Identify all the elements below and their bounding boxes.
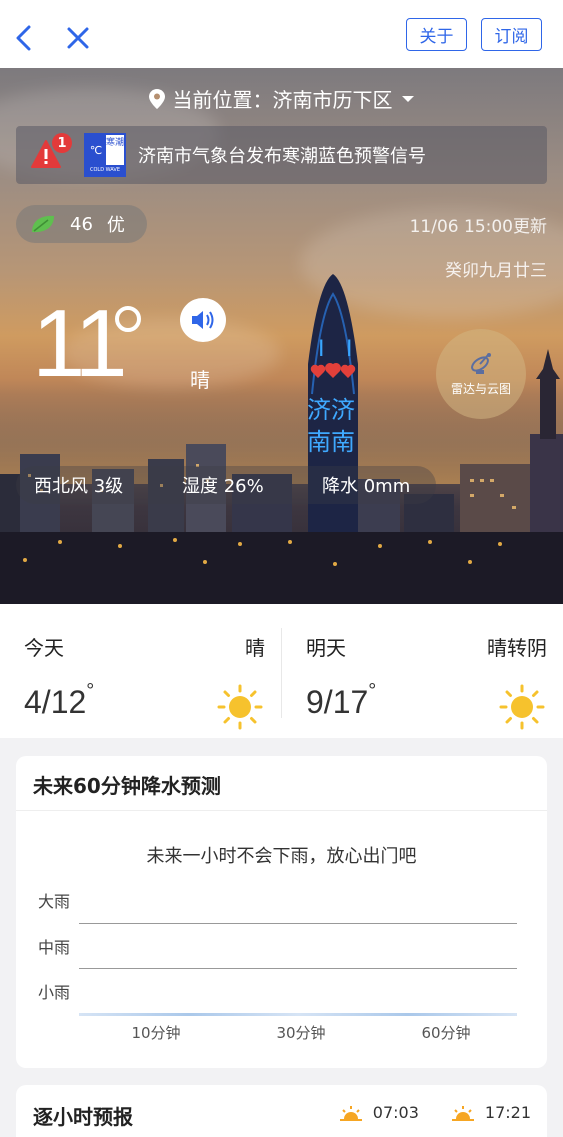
- tomorrow-temperature-range: 9/17°: [306, 680, 377, 720]
- sunny-icon: [499, 684, 545, 730]
- today-summary[interactable]: 今天 晴 4/12°: [0, 604, 281, 738]
- close-icon: [67, 27, 89, 49]
- precipitation-message: 未来一小时不会下雨，放心出门吧: [146, 846, 417, 867]
- tick-30min: 30分钟: [276, 1024, 326, 1042]
- daily-summary: 今天 晴 4/12° 明天 晴转阴 9/17°: [0, 604, 563, 738]
- sunrise-icon: [339, 1105, 362, 1121]
- sunny-icon: [217, 684, 263, 730]
- radar-button[interactable]: 雷达与云图: [436, 329, 526, 419]
- level-heavy-rain: 大雨: [38, 892, 71, 911]
- radar-label: 雷达与云图: [450, 381, 511, 396]
- hourly-card-title: 逐小时预报: [33, 1105, 133, 1129]
- tomorrow-condition: 晴转阴: [487, 636, 547, 660]
- warning-text: 济南市气象台发布寒潮蓝色预警信号: [138, 146, 426, 167]
- level-light-rain: 小雨: [38, 983, 71, 1002]
- aqi-level: 优: [106, 215, 125, 236]
- card-divider: [16, 810, 547, 811]
- wind-stat: 西北风 3级: [34, 476, 124, 497]
- weather-warning-banner[interactable]: 1 ℃ 寒潮 COLD WAVE 济南市气象台发布寒潮蓝色预警信号: [16, 126, 547, 184]
- precipitation-forecast-card: 未来60分钟降水预测 未来一小时不会下雨，放心出门吧 大雨 中雨 小雨 10分钟…: [16, 756, 547, 1068]
- top-bar: 关于 订阅: [0, 0, 563, 68]
- precipitation-card-title: 未来60分钟降水预测: [33, 774, 221, 798]
- voice-broadcast-button[interactable]: [180, 298, 226, 342]
- tick-10min: 10分钟: [131, 1024, 181, 1042]
- sunrise-time: 07:03: [372, 1103, 419, 1122]
- tower-display-text: I: [318, 337, 325, 362]
- level-moderate-rain: 中雨: [38, 938, 71, 957]
- air-quality-badge[interactable]: 46 优: [16, 205, 147, 243]
- cold-wave-signal-icon: ℃ 寒潮 COLD WAVE: [84, 133, 126, 177]
- chevron-left-icon: [16, 25, 31, 51]
- close-button[interactable]: [60, 20, 96, 56]
- location-pin-icon: [148, 88, 165, 109]
- warning-count-badge: 1: [52, 133, 72, 153]
- radar-icon: [471, 352, 491, 374]
- sun-times: 07:03 17:21: [339, 1103, 531, 1122]
- leaf-icon: [32, 215, 54, 233]
- weather-hero: I I 济济 南南 当前位置：济南市历下区 1 ℃ 寒潮 COLD WAVE 济…: [0, 68, 563, 604]
- sunset-time: 17:21: [484, 1103, 531, 1122]
- lunar-date: 癸卯九月廿三: [445, 261, 547, 281]
- today-temperature-range: 4/12°: [24, 680, 95, 720]
- weather-stats-bar: 西北风 3级 湿度 26% 降水 0mm: [16, 466, 436, 504]
- today-condition: 晴: [245, 636, 265, 660]
- tower-display-text: 济济: [307, 396, 355, 424]
- about-button[interactable]: 关于: [406, 18, 467, 51]
- tomorrow-label: 明天: [306, 636, 346, 660]
- caret-down-icon: [401, 95, 414, 102]
- warning-icon: 1: [30, 133, 72, 171]
- humidity-stat: 湿度 26%: [182, 476, 264, 497]
- chart-gridline: [79, 923, 517, 924]
- tower-display-text: 南南: [307, 428, 355, 456]
- hourly-forecast-card: 逐小时预报 07:03 17:21: [16, 1085, 547, 1137]
- location-selector[interactable]: 当前位置：济南市历下区: [0, 84, 563, 113]
- current-condition: 晴: [190, 368, 210, 392]
- today-label: 今天: [24, 636, 64, 660]
- sunset-icon: [451, 1105, 474, 1121]
- chart-gridline: [79, 968, 517, 969]
- update-time: 11/06 15:00更新: [409, 217, 547, 237]
- back-button[interactable]: [6, 20, 42, 56]
- current-temperature: 11: [32, 290, 128, 397]
- tomorrow-summary[interactable]: 明天 晴转阴 9/17°: [282, 604, 563, 738]
- tick-60min: 60分钟: [421, 1024, 471, 1042]
- degree-symbol: [115, 306, 141, 332]
- chart-baseline: [79, 1013, 517, 1016]
- subscribe-button[interactable]: 订阅: [481, 18, 542, 51]
- speaker-icon: [192, 311, 214, 329]
- location-label: 当前位置：济南市历下区: [172, 88, 393, 112]
- svg-text:I: I: [346, 337, 353, 362]
- precipitation-stat: 降水 0mm: [322, 476, 411, 497]
- aqi-value: 46: [70, 213, 93, 235]
